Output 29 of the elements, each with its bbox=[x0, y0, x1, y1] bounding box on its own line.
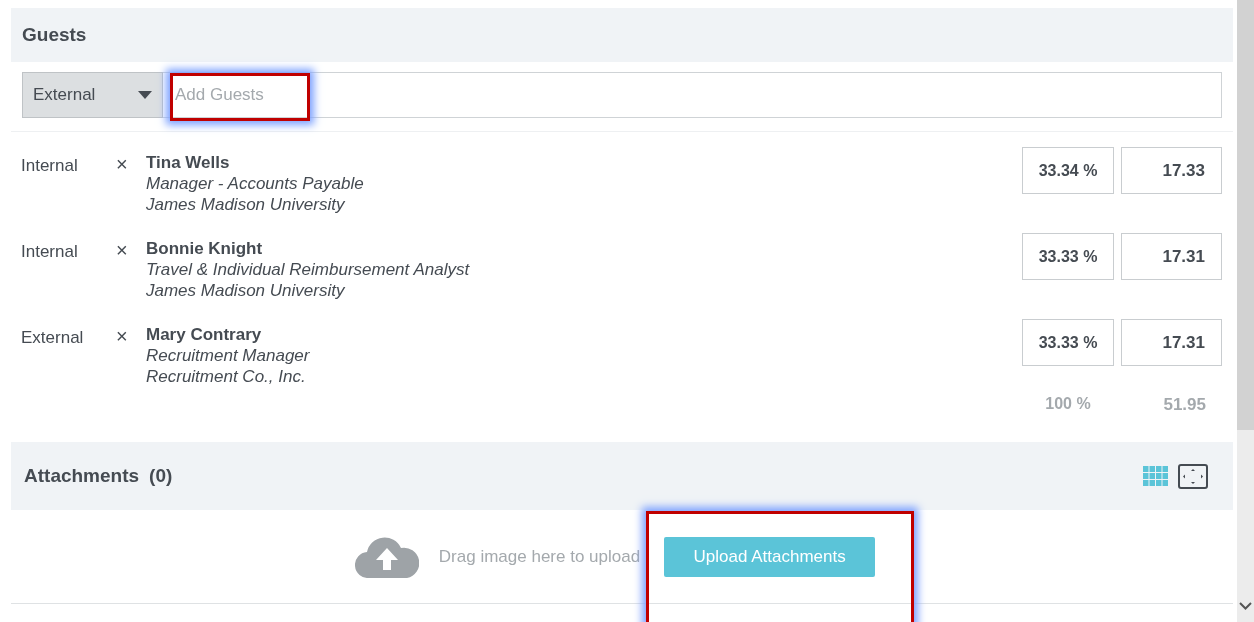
guest-title: Manager - Accounts Payable bbox=[146, 173, 365, 194]
remove-button[interactable]: × bbox=[116, 150, 146, 174]
guest-title: Travel & Individual Reimbursement Analyst bbox=[146, 259, 471, 280]
guest-name: Tina Wells bbox=[146, 152, 231, 173]
guest-organization: Recruitment Co., Inc. bbox=[146, 366, 307, 387]
guest-type-dropdown[interactable]: External bbox=[22, 72, 163, 118]
percent-field[interactable]: 33.34 % bbox=[1022, 147, 1114, 194]
amount-field[interactable]: 17.33 bbox=[1121, 147, 1222, 194]
guest-organization: James Madison University bbox=[146, 280, 346, 301]
drop-hint: Drag image here to upload bbox=[438, 545, 641, 568]
amount-field[interactable]: 17.31 bbox=[1121, 319, 1222, 366]
guest-type: External bbox=[21, 327, 85, 349]
guest-organization: James Madison University bbox=[146, 194, 346, 215]
section-title: Attachments bbox=[24, 463, 140, 488]
guest-title: Recruitment Manager bbox=[146, 345, 311, 366]
section-title: Guests bbox=[22, 22, 87, 47]
attachment-count: (0) bbox=[149, 463, 173, 488]
percent-field[interactable]: 33.33 % bbox=[1022, 233, 1114, 280]
guest-name: Mary Contrary bbox=[146, 324, 263, 345]
total-amount: 51.95 bbox=[1162, 394, 1207, 416]
remove-button[interactable]: × bbox=[116, 322, 146, 346]
guest-type: Internal bbox=[21, 241, 79, 263]
percent-field[interactable]: 33.33 % bbox=[1022, 319, 1114, 366]
add-guests-field[interactable]: Add Guests bbox=[163, 72, 1222, 118]
amount-field[interactable]: 17.31 bbox=[1121, 233, 1222, 280]
remove-button[interactable]: × bbox=[116, 236, 146, 260]
guest-type: Internal bbox=[21, 155, 79, 177]
guest-name: Bonnie Knight bbox=[146, 238, 264, 259]
total-percent: 100 % bbox=[1044, 394, 1092, 414]
